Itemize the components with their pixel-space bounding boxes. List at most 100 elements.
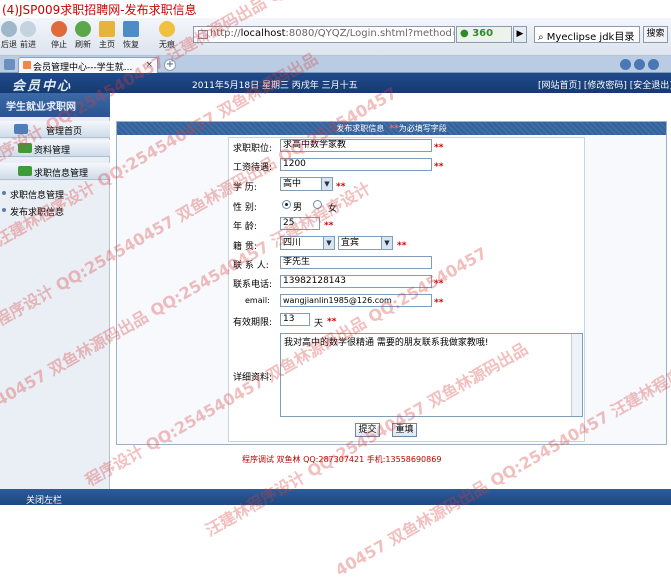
brand-label: 360 xyxy=(472,28,494,39)
sidebar-item-label: 管理首页 xyxy=(46,127,83,137)
new-tab-button[interactable]: + xyxy=(164,59,176,71)
sidebar-link-post-job[interactable]: 发布求职信息 xyxy=(1,205,64,218)
education-select[interactable]: 高中 ▼ xyxy=(280,177,333,191)
required-mark: ** xyxy=(434,298,444,308)
chevron-down-icon: ▼ xyxy=(323,237,334,249)
forward-button[interactable]: 前进 xyxy=(11,21,45,50)
age-label: 年 龄: xyxy=(233,222,257,232)
window-close-icon[interactable] xyxy=(648,59,659,70)
chevron-down-icon: ▼ xyxy=(321,178,332,190)
city-value: 宜宾 xyxy=(341,238,360,248)
restore-button[interactable]: 恢复 xyxy=(114,21,148,50)
content-top-band xyxy=(110,93,671,117)
tab-favicon-icon xyxy=(23,61,31,69)
window-minimize-icon[interactable] xyxy=(620,59,631,70)
search-button[interactable]: 搜索 xyxy=(643,26,668,43)
details-textarea[interactable]: 我对高中的数学很精通 需要的朋友联系我做家教哦! xyxy=(280,333,583,417)
stop-label: 停止 xyxy=(51,40,67,49)
textarea-scrollbar[interactable] xyxy=(571,334,582,416)
valid-days-input[interactable]: 13 xyxy=(280,313,310,326)
search-input[interactable]: ⌕ Myeclipse jdk目录 xyxy=(534,26,640,43)
restore-label: 恢复 xyxy=(123,40,139,49)
incognito-button[interactable]: 无痕 xyxy=(150,21,184,50)
url-host: localhost xyxy=(240,28,286,39)
home-monitor-icon xyxy=(14,124,28,134)
submit-button[interactable]: 提交 xyxy=(355,423,380,437)
phone-input[interactable]: 13982128143 xyxy=(280,275,432,288)
email-input[interactable]: wangjianlin1985@126.com xyxy=(280,294,432,307)
forward-arrow-icon xyxy=(20,21,36,37)
city-select[interactable]: 宜宾 ▼ xyxy=(338,236,393,250)
folder-arrow-icon xyxy=(18,166,32,176)
page-caption: (4)JSP009求职招聘网-发布求职信息 xyxy=(2,3,197,17)
required-mark: ** xyxy=(336,182,346,192)
site-logo: 会员中心 xyxy=(12,79,73,94)
form-title-bar: 发布求职信息 **为必填写字段 xyxy=(117,122,666,135)
stop-icon xyxy=(51,21,67,37)
url-path: :8080/QYQZ/Login.shtml?method=PAGE xyxy=(285,28,454,39)
required-mark: ** xyxy=(434,279,444,289)
address-bar[interactable]: http://localhost:8080/QYQZ/Login.shtml?m… xyxy=(193,26,455,43)
header-links[interactable]: [网站首页] [修改密码] [安全退出] xyxy=(538,78,671,91)
refresh-icon xyxy=(75,21,91,37)
tab-list-icon[interactable] xyxy=(4,59,15,70)
province-value: 四川 xyxy=(283,238,302,248)
required-mark: ** xyxy=(389,124,399,134)
incognito-icon xyxy=(159,21,175,37)
education-label: 学 历: xyxy=(233,183,257,193)
valid-days-unit: 天 xyxy=(314,319,324,329)
site-subtitle: 学生就业求职网 xyxy=(6,102,76,113)
header-date: 2011年5月18日 星期三 丙戌年 三月十五 xyxy=(192,81,358,91)
education-value: 高中 xyxy=(283,179,302,189)
sidebar-item-label: 求职信息管理 xyxy=(34,169,89,179)
chevron-down-icon: ▼ xyxy=(381,237,392,249)
position-label: 求职职位: xyxy=(233,144,273,154)
bottom-bar xyxy=(0,489,671,505)
valid-days-label: 有效期限: xyxy=(233,318,273,328)
salary-label: 工资待遇: xyxy=(233,163,273,173)
restore-icon xyxy=(123,21,139,37)
sidebar-item-label: 资料管理 xyxy=(34,146,71,156)
age-input[interactable]: 25 xyxy=(280,217,320,230)
email-label: email: xyxy=(245,296,270,305)
sidebar-item-admin-home[interactable]: 管理首页 xyxy=(0,121,110,138)
gender-female-label: 女 xyxy=(328,204,338,214)
refresh-label: 刷新 xyxy=(75,40,91,49)
footer-credit: 程序调试 双鱼林 QQ:287307421 手机:13558690869 xyxy=(242,455,442,464)
sidebar-link-manage-jobs[interactable]: 求职信息管理 xyxy=(1,188,64,201)
browser-brand-button[interactable]: ● 360 xyxy=(456,26,512,43)
incognito-label: 无痕 xyxy=(159,40,175,49)
reset-button[interactable]: 重填 xyxy=(392,423,417,437)
tab-close-icon[interactable]: × xyxy=(145,60,153,70)
province-select[interactable]: 四川 ▼ xyxy=(280,236,335,250)
native-label: 籍 贯: xyxy=(233,242,257,252)
url-scheme: http:// xyxy=(210,28,241,39)
gender-male-label: 男 xyxy=(293,203,303,213)
required-mark: ** xyxy=(434,162,444,172)
tab-member-center[interactable]: 会员管理中心---学生就... × xyxy=(18,57,158,73)
required-mark: ** xyxy=(397,241,407,251)
window-restore-icon[interactable] xyxy=(634,59,645,70)
page-icon xyxy=(198,30,208,39)
home-icon xyxy=(99,21,115,37)
forward-label: 前进 xyxy=(20,40,36,49)
gender-male-radio[interactable] xyxy=(282,200,291,209)
form-title-note: 为必填写字段 xyxy=(398,124,447,133)
details-label: 详细资料: xyxy=(233,373,273,383)
go-arrow-icon[interactable]: ▶ xyxy=(513,26,527,43)
salary-input[interactable]: 1200 xyxy=(280,158,432,171)
gender-female-radio[interactable] xyxy=(313,200,322,209)
gender-label: 性 别: xyxy=(233,203,257,213)
form-title: 发布求职信息 xyxy=(336,124,385,133)
close-sidebar-link[interactable]: 关闭左栏 xyxy=(26,493,62,506)
sidebar-item-job-info[interactable]: 求职信息管理 xyxy=(0,163,110,180)
folder-arrow-icon xyxy=(18,143,32,153)
position-input[interactable]: 求高中数学家教 xyxy=(280,139,432,152)
home-label: 主页 xyxy=(99,40,115,49)
required-mark: ** xyxy=(434,143,444,153)
contact-label: 联 系 人: xyxy=(233,261,269,271)
sidebar-item-profile[interactable]: 资料管理 xyxy=(0,140,110,157)
tab-title: 会员管理中心---学生就... xyxy=(33,63,133,73)
contact-input[interactable]: 李先生 xyxy=(280,256,432,269)
required-mark: ** xyxy=(324,221,334,231)
